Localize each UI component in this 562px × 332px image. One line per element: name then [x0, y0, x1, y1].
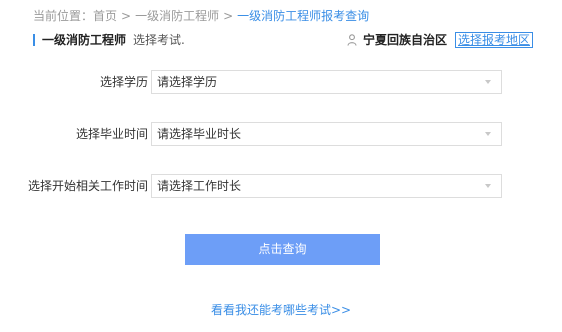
work-start-time-select[interactable]: 请选择工作时长	[151, 174, 502, 198]
breadcrumb-category-link[interactable]: 一级消防工程师	[135, 9, 219, 23]
choose-exam-link[interactable]: 选择考试.	[133, 32, 185, 48]
region-selector: 宁夏回族自治区 选择报考地区	[347, 32, 533, 48]
exam-title: 一级消防工程师	[42, 33, 127, 47]
breadcrumb-home-link[interactable]: 首页	[93, 9, 117, 23]
education-select[interactable]: 请选择学历	[151, 70, 502, 94]
breadcrumb-prefix: 当前位置：	[33, 9, 94, 23]
title-accent-bar	[33, 34, 35, 46]
education-label: 选择学历	[99, 75, 148, 89]
region-name: 宁夏回族自治区	[362, 33, 447, 47]
breadcrumb-current: 一级消防工程师报考查询	[237, 9, 370, 23]
query-button[interactable]: 点击查询	[185, 234, 380, 265]
exam-header: 一级消防工程师 选择考试. 宁夏回族自治区 选择报考地区	[33, 32, 533, 48]
graduation-time-row: 选择毕业时间 请选择毕业时长	[0, 122, 562, 146]
caret-down-icon	[485, 184, 491, 188]
work-start-time-label: 选择开始相关工作时间	[27, 179, 148, 193]
breadcrumb-separator: >	[121, 9, 132, 23]
education-select-value: 请选择学历	[157, 75, 218, 89]
breadcrumb-separator: >	[223, 9, 234, 23]
work-start-time-select-value: 请选择工作时长	[157, 179, 242, 193]
work-start-time-row: 选择开始相关工作时间 请选择工作时长	[0, 174, 562, 198]
education-row: 选择学历 请选择学历	[0, 70, 562, 94]
exam-query-page: 当前位置：首页 > 一级消防工程师 > 一级消防工程师报考查询 一级消防工程师 选择考试…	[0, 0, 562, 332]
more-exams-link[interactable]: 看看我还能考哪些考试>>	[0, 302, 562, 318]
breadcrumb: 当前位置：首页 > 一级消防工程师 > 一级消防工程师报考查询	[33, 8, 369, 24]
caret-down-icon	[485, 132, 491, 136]
graduation-time-select[interactable]: 请选择毕业时长	[151, 122, 502, 146]
person-icon	[347, 34, 357, 46]
graduation-time-select-value: 请选择毕业时长	[157, 127, 242, 141]
graduation-time-label: 选择毕业时间	[75, 127, 148, 141]
select-region-button[interactable]: 选择报考地区	[454, 32, 533, 48]
caret-down-icon	[485, 80, 491, 84]
